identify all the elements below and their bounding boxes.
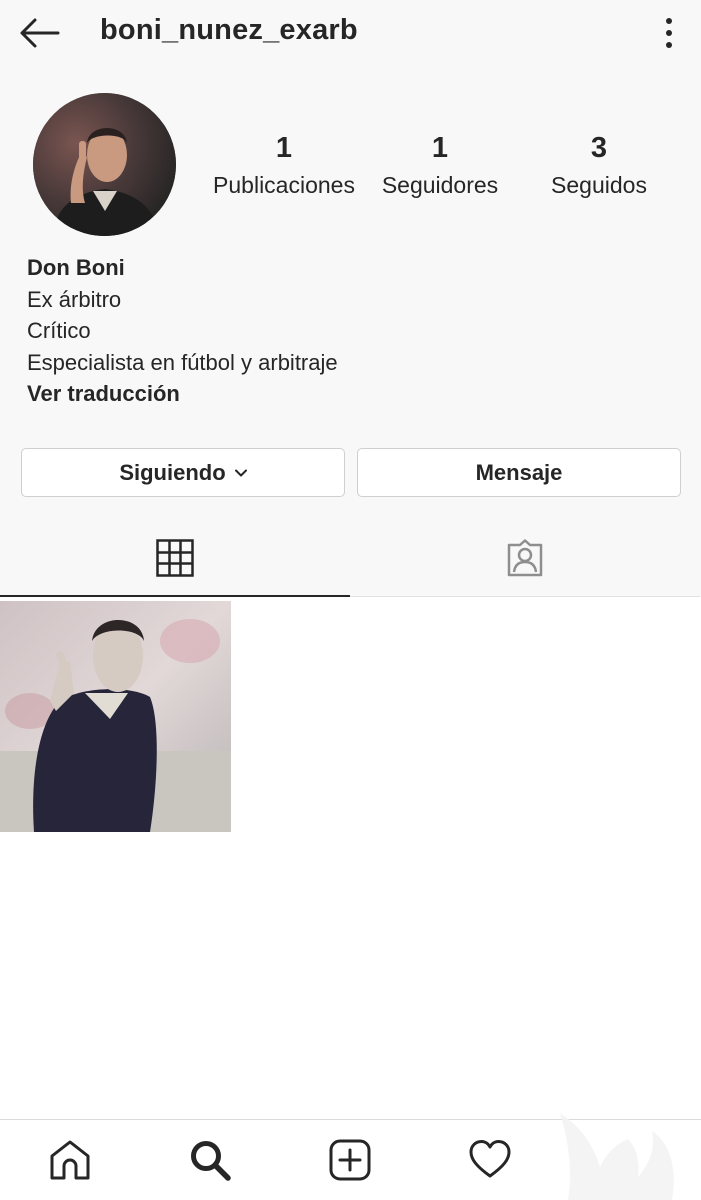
- followers-label: Seguidores: [381, 172, 499, 198]
- bio-section: Don Boni Ex árbitro Crítico Especialista…: [27, 252, 667, 410]
- heart-icon: [469, 1140, 511, 1178]
- nav-add-post-button[interactable]: [328, 1138, 372, 1182]
- following-count: 3: [590, 132, 608, 164]
- top-bar: boni_nunez_exarb: [0, 0, 701, 68]
- watermark-logo: [560, 1113, 674, 1200]
- following-count-stat[interactable]: 3 Seguidos: [538, 128, 660, 202]
- message-button-label: Mensaje: [475, 459, 563, 485]
- bio-line: Especialista en fútbol y arbitraje: [27, 349, 338, 375]
- grid-icon: [156, 538, 194, 577]
- following-label: Seguidos: [551, 172, 647, 198]
- followers-count-stat[interactable]: 1 Seguidores: [372, 128, 508, 202]
- following-button[interactable]: Siguiendo: [21, 448, 345, 497]
- bio-line: Ex árbitro: [27, 286, 122, 312]
- more-options-button[interactable]: [654, 14, 684, 52]
- chevron-down-icon: [234, 469, 247, 476]
- home-icon: [50, 1140, 90, 1180]
- followers-count: 1: [431, 132, 449, 164]
- back-button[interactable]: [16, 12, 64, 54]
- search-icon: [191, 1141, 231, 1181]
- translate-link[interactable]: Ver traducción: [27, 378, 667, 410]
- posts-label: Publicaciones: [213, 172, 355, 198]
- bio-line: Crítico: [27, 318, 91, 343]
- avatar-photo: [33, 93, 176, 236]
- profile-tabs: [0, 520, 701, 597]
- more-vertical-icon: [666, 18, 672, 48]
- arrow-left-icon: [20, 18, 60, 48]
- add-post-icon: [329, 1139, 371, 1181]
- post-image: [0, 601, 231, 832]
- post-thumbnail[interactable]: [0, 601, 231, 832]
- tab-grid[interactable]: [0, 520, 350, 597]
- tagged-person-icon: [507, 539, 543, 577]
- profile-display-name: Don Boni: [27, 255, 125, 280]
- profile-username: boni_nunez_exarb: [100, 14, 358, 46]
- posts-count: 1: [275, 132, 293, 164]
- nav-activity-button[interactable]: [468, 1138, 512, 1182]
- nav-home-button[interactable]: [48, 1138, 92, 1182]
- message-button[interactable]: Mensaje: [357, 448, 681, 497]
- avatar[interactable]: [33, 93, 176, 236]
- following-button-label: Siguiendo: [119, 459, 226, 485]
- tab-tagged[interactable]: [350, 520, 700, 597]
- posts-count-stat[interactable]: 1 Publicaciones: [204, 128, 364, 202]
- nav-search-button[interactable]: [188, 1138, 232, 1182]
